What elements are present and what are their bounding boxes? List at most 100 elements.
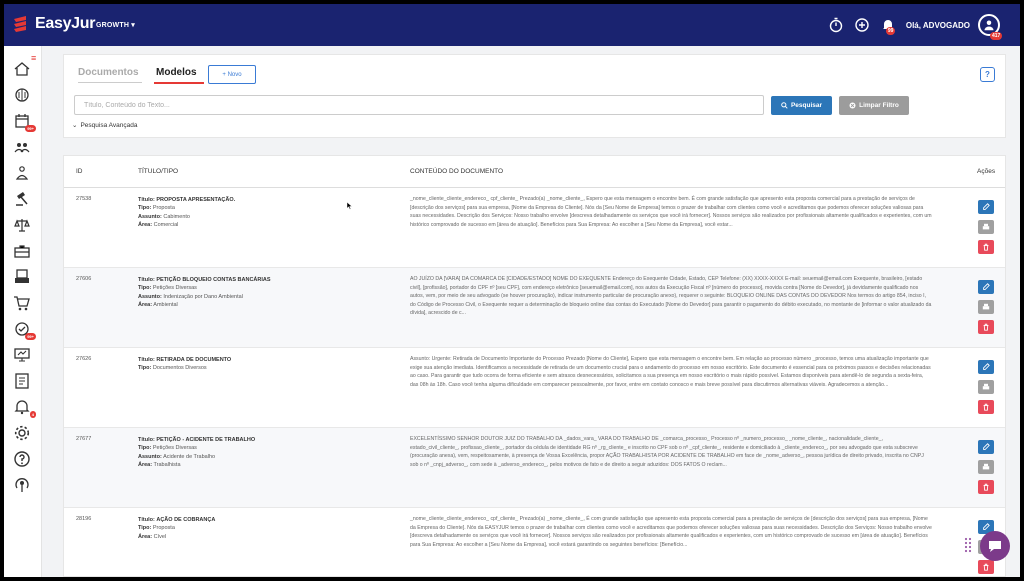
row-content: _nome_cliente_cliente_endereco_ cpf_clie… bbox=[410, 196, 932, 228]
label-titulo: Título: bbox=[138, 517, 155, 523]
sidebar-item-gear[interactable] bbox=[13, 424, 31, 442]
sidebar-item-brain[interactable] bbox=[13, 86, 31, 104]
search-button[interactable]: Pesquisar bbox=[771, 96, 832, 115]
trash-icon bbox=[983, 403, 989, 411]
avatar-badge: 417 bbox=[990, 32, 1003, 40]
row-title: AÇÃO DE COBRANÇA bbox=[156, 517, 216, 523]
print-button[interactable] bbox=[978, 460, 994, 474]
tab-divider bbox=[78, 82, 142, 83]
cart-icon bbox=[14, 296, 30, 311]
table-header: ID TÍTULO/TIPO CONTEÚDO DO DOCUMENTO Açõ… bbox=[64, 156, 1005, 188]
row-meta: Título: PROPOSTA APRESENTAÇÃO. Tipo: Prop… bbox=[138, 196, 398, 230]
table-row[interactable]: 27677 Título: PETIÇÃO - ACIDENTE DE TRABA… bbox=[64, 428, 1005, 508]
new-model-button[interactable]: + Novo bbox=[208, 65, 256, 84]
tab-modelos[interactable]: Modelos bbox=[156, 67, 197, 78]
row-actions bbox=[978, 440, 994, 500]
row-actions bbox=[978, 280, 994, 340]
brand-logo[interactable]: EasyJur bbox=[12, 15, 95, 33]
easyjur-logo-icon bbox=[14, 16, 26, 32]
delete-button[interactable] bbox=[978, 320, 994, 334]
delete-button[interactable] bbox=[978, 400, 994, 414]
sidebar-item-alarm[interactable]: 4 bbox=[13, 398, 36, 418]
row-content: Assunto: Urgente: Retirada de Documento … bbox=[410, 356, 931, 388]
printer-doc-icon bbox=[15, 269, 29, 283]
grid-dots-icon[interactable] bbox=[964, 536, 972, 554]
briefcase-icon bbox=[14, 245, 30, 258]
print-icon bbox=[982, 303, 990, 310]
sidebar-item-calendar[interactable]: 99+ bbox=[13, 112, 36, 132]
row-area: Ambiental bbox=[153, 302, 178, 309]
row-id: 28196 bbox=[76, 516, 92, 522]
sidebar-item-question[interactable] bbox=[13, 450, 31, 468]
advanced-search-toggle[interactable]: ⌄ Pesquisa Avançada bbox=[72, 121, 137, 130]
print-button[interactable] bbox=[978, 220, 994, 234]
broadcast-icon bbox=[15, 478, 29, 492]
row-meta: Título: PETIÇÃO - ACIDENTE DE TRABALHO Ti… bbox=[138, 436, 398, 470]
scales-person-icon bbox=[15, 166, 29, 180]
avatar[interactable]: 417 bbox=[978, 14, 1003, 40]
header-actions: Ações bbox=[977, 168, 996, 175]
row-type: Documentos Diversos bbox=[152, 365, 207, 372]
row-content: AO JUÍZO DA [VARA] DA COMARCA DE [CIDADE… bbox=[410, 276, 932, 316]
sidebar-item-tasks[interactable]: 99+ bbox=[13, 320, 36, 340]
label-area: Área: bbox=[138, 462, 153, 469]
edit-button[interactable] bbox=[978, 440, 994, 454]
label-tipo: Tipo: bbox=[138, 445, 152, 452]
notifications-button[interactable]: 99 bbox=[880, 17, 896, 35]
sidebar-item-scales-person[interactable] bbox=[13, 164, 31, 182]
menu-toggle-icon[interactable]: ≡ bbox=[31, 54, 39, 63]
sidebar-item-justice[interactable] bbox=[13, 216, 31, 234]
table-row[interactable]: 27606 Título: PETIÇÃO BLOQUEIO CONTAS BAN… bbox=[64, 268, 1005, 348]
edit-button[interactable] bbox=[978, 200, 994, 214]
plan-dropdown[interactable]: GROWTH ▾ bbox=[96, 21, 135, 29]
clear-filter-button[interactable]: Limpar Filtro bbox=[839, 96, 909, 115]
sidebar-item-report[interactable] bbox=[13, 372, 31, 390]
sidebar-item-people[interactable] bbox=[13, 138, 31, 156]
print-button[interactable] bbox=[978, 300, 994, 314]
sidebar-item-presentation[interactable] bbox=[13, 346, 31, 364]
timer-icon[interactable] bbox=[828, 17, 844, 33]
header-content: CONTEÚDO DO DOCUMENTO bbox=[410, 168, 504, 175]
label-tipo: Tipo: bbox=[138, 525, 152, 532]
sidebar: ≡ 99+ 99+ 4 bbox=[4, 46, 42, 577]
table-row[interactable]: 28196 Título: AÇÃO DE COBRANÇA Tipo: Propo… bbox=[64, 508, 1005, 576]
delete-button[interactable] bbox=[978, 560, 994, 574]
label-titulo: Título: bbox=[138, 357, 155, 363]
edit-button[interactable] bbox=[978, 360, 994, 374]
label-assunto: Assunto: bbox=[138, 453, 162, 460]
delete-button[interactable] bbox=[978, 240, 994, 254]
models-table: ID TÍTULO/TIPO CONTEÚDO DO DOCUMENTO Açõ… bbox=[63, 155, 1006, 577]
row-title: PETIÇÃO - ACIDENTE DE TRABALHO bbox=[156, 437, 256, 443]
edit-icon bbox=[983, 363, 990, 370]
row-meta: Título: PETIÇÃO BLOQUEIO CONTAS BANCÁRIA… bbox=[138, 276, 398, 310]
chevron-down-icon: ⌄ bbox=[72, 122, 78, 129]
table-row[interactable]: 27626 Título: RETIRADA DE DOCUMENTO Tipo: … bbox=[64, 348, 1005, 428]
sidebar-item-cart[interactable] bbox=[13, 294, 31, 312]
sidebar-item-printer-doc[interactable] bbox=[13, 268, 31, 286]
trash-icon bbox=[983, 483, 989, 491]
edit-icon bbox=[983, 203, 990, 210]
sidebar-item-gavel[interactable] bbox=[13, 190, 31, 208]
row-id: 27538 bbox=[76, 196, 92, 202]
row-type: Petições Diversas bbox=[152, 285, 197, 292]
search-icon bbox=[781, 102, 788, 109]
sidebar-item-home[interactable] bbox=[13, 60, 31, 78]
edit-button[interactable] bbox=[978, 280, 994, 294]
sidebar-item-broadcast[interactable] bbox=[13, 476, 31, 494]
table-row[interactable]: 27538 Título: PROPOSTA APRESENTAÇÃO. Tipo:… bbox=[64, 188, 1005, 268]
search-input[interactable] bbox=[74, 95, 764, 115]
row-area: Cível bbox=[153, 533, 167, 540]
tab-documentos[interactable]: Documentos bbox=[78, 67, 139, 78]
user-greeting[interactable]: Olá, ADVOGADO bbox=[906, 21, 970, 30]
sidebar-item-briefcase[interactable] bbox=[13, 242, 31, 260]
label-titulo: Título: bbox=[138, 277, 155, 283]
chat-button[interactable] bbox=[980, 531, 1010, 561]
plan-label: GROWTH bbox=[96, 22, 130, 29]
print-icon bbox=[982, 383, 990, 390]
label-area: Área: bbox=[138, 302, 153, 309]
delete-button[interactable] bbox=[978, 480, 994, 494]
print-icon bbox=[982, 463, 990, 470]
help-button[interactable]: ? bbox=[980, 67, 995, 82]
print-button[interactable] bbox=[978, 380, 994, 394]
add-circle-icon[interactable] bbox=[854, 17, 870, 33]
